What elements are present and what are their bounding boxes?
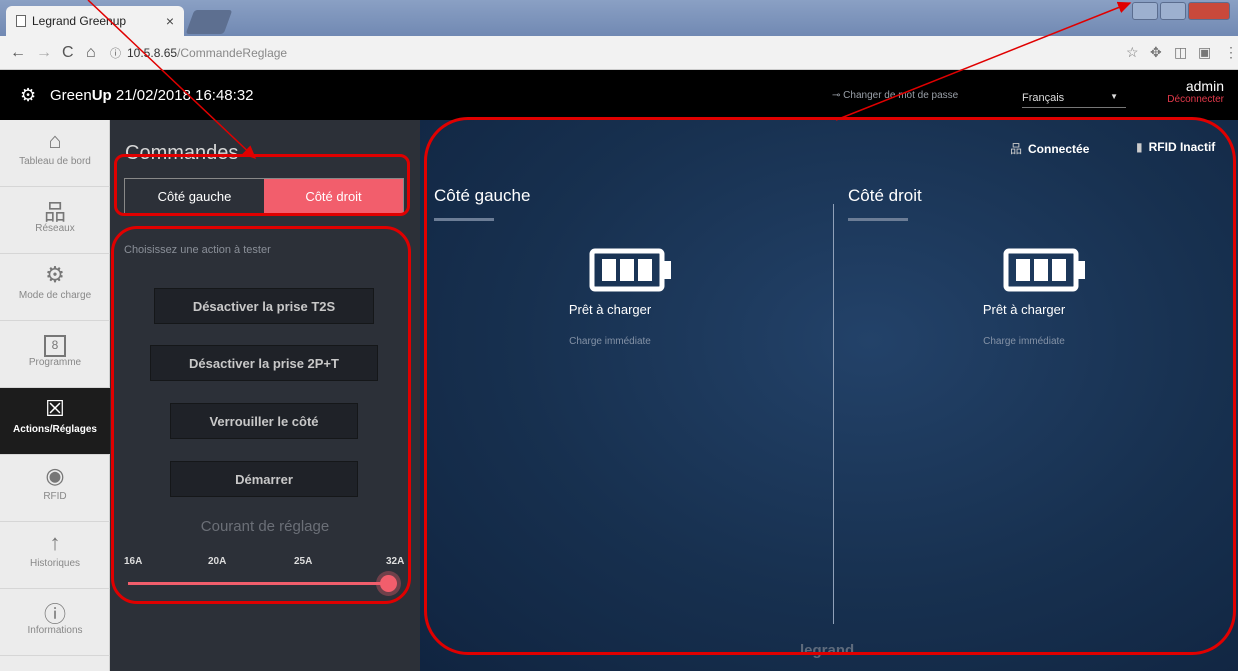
annotation-arrows (87, 0, 1132, 160)
screen: Legrand Greenup × ← → C ⌂ ⓘ 10.5.8.65/Co… (0, 0, 1238, 671)
